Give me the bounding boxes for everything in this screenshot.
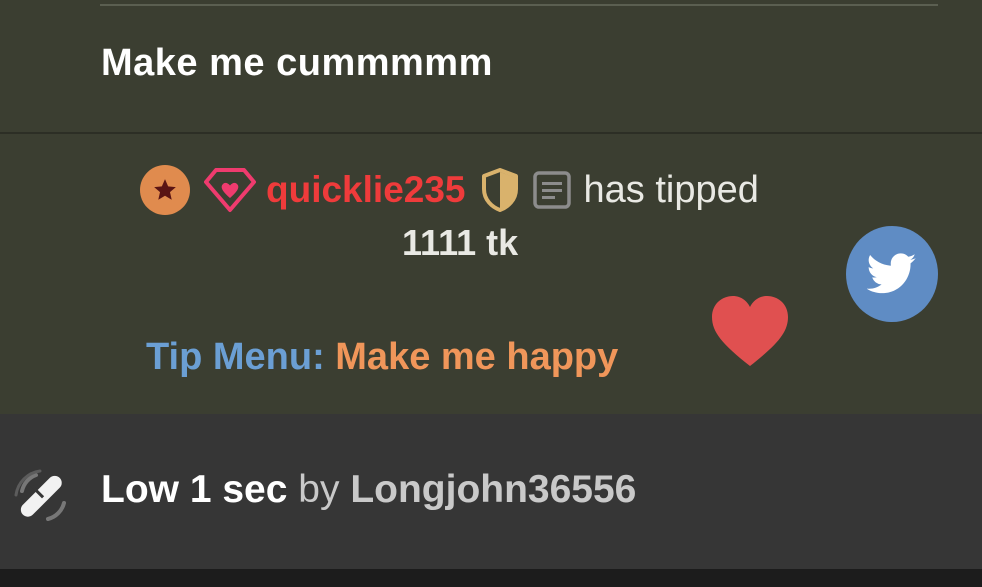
twitter-share-button[interactable] bbox=[846, 226, 938, 322]
tip-menu-line: Tip Menu: Make me happy bbox=[146, 336, 618, 379]
message-divider bbox=[100, 4, 938, 6]
tip-notification-line: quicklie235 has tipped bbox=[140, 165, 759, 215]
tip-amount: 1111 tk bbox=[402, 222, 519, 263]
vibration-icon bbox=[14, 469, 66, 521]
star-icon bbox=[140, 165, 190, 215]
diamond-heart-icon bbox=[204, 168, 256, 212]
note-icon[interactable] bbox=[532, 170, 572, 210]
tip-action-text: has tipped bbox=[583, 168, 759, 211]
chat-message-text: Make me cummmmm bbox=[101, 42, 493, 84]
shield-icon bbox=[481, 168, 518, 212]
bottom-bar bbox=[0, 569, 982, 587]
vibration-line: Low 1 sec by Longjohn36556 bbox=[101, 468, 636, 512]
vibration-username[interactable]: Longjohn36556 bbox=[350, 468, 636, 511]
chat-screen: Make me cummmmm quicklie235 has tipped 1… bbox=[0, 0, 982, 587]
tip-menu-item: Make me happy bbox=[335, 336, 619, 378]
tipper-username[interactable]: quicklie235 bbox=[266, 169, 466, 211]
twitter-icon bbox=[867, 253, 917, 294]
tip-menu-label: Tip Menu: bbox=[146, 336, 325, 378]
vibration-level: Low 1 sec bbox=[101, 468, 288, 511]
vibration-by: by bbox=[298, 468, 340, 511]
heart-icon bbox=[712, 296, 788, 366]
